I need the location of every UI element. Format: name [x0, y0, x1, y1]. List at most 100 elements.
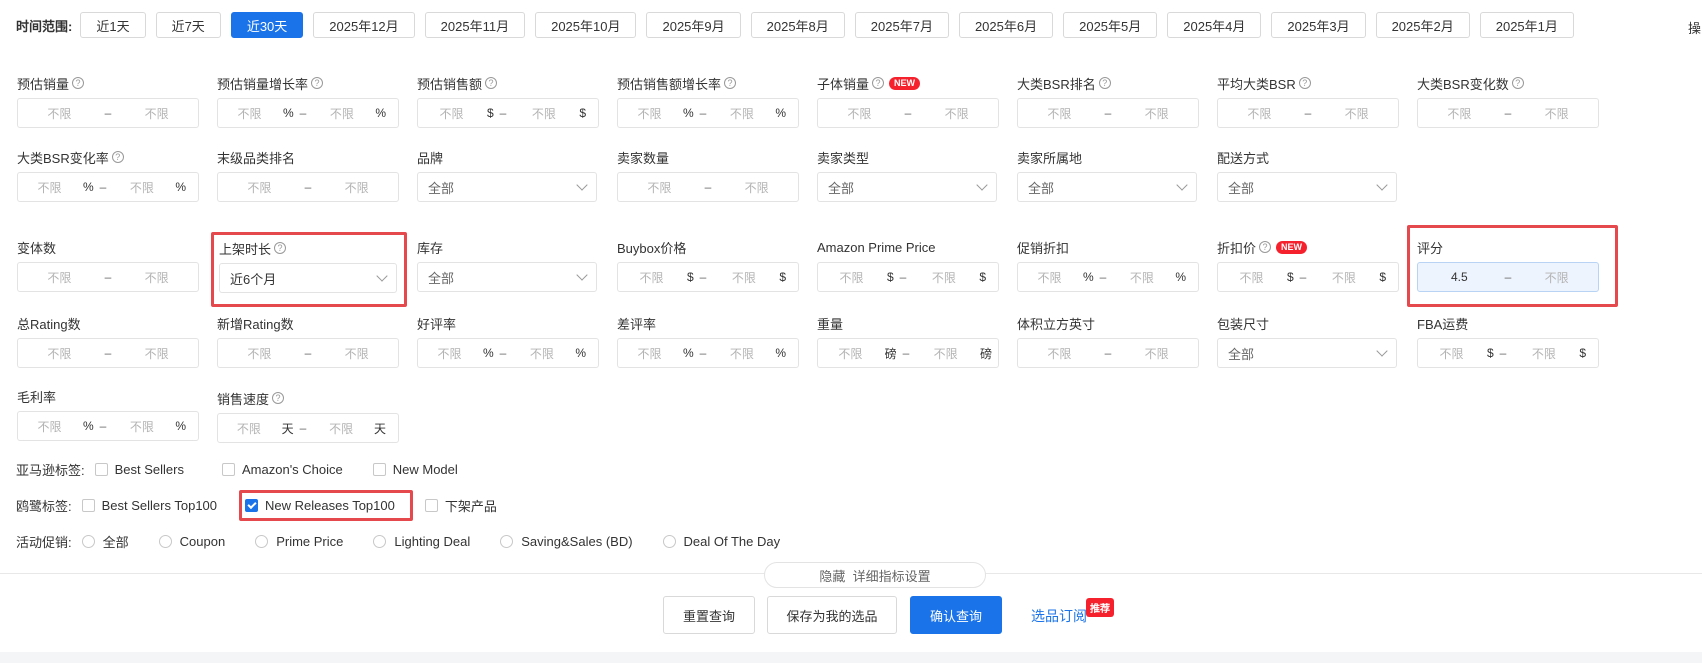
inventory-select[interactable]: 全部	[417, 262, 597, 292]
filter-label: 促销折扣	[1017, 240, 1070, 256]
time-btn-2025-09[interactable]: 2025年9月	[646, 12, 741, 38]
confirm-button[interactable]: 确认查询	[910, 596, 1002, 634]
filter-listing-age: 上架时长? 近6个月	[219, 239, 397, 293]
recommend-badge: 推荐	[1086, 598, 1114, 617]
range-input[interactable]: 不限% – 不限%	[617, 98, 799, 128]
help-icon[interactable]: ?	[72, 77, 85, 89]
help-icon[interactable]: ?	[1298, 77, 1311, 89]
range-input[interactable]: 不限% – 不限%	[417, 338, 599, 368]
radio[interactable]	[81, 534, 95, 548]
filter-label: FBA运费	[1417, 316, 1469, 332]
range-input[interactable]: 不限 $ – 不限 $	[1417, 338, 1599, 368]
rating-min-value[interactable]: 4.5	[1418, 270, 1501, 284]
range-input[interactable]: 不限 $ – 不限 $	[617, 262, 799, 292]
seller-location-select[interactable]: 全部	[1017, 172, 1197, 202]
help-icon[interactable]: ?	[272, 392, 285, 404]
range-input[interactable]: 不限 – 不限	[217, 172, 399, 202]
help-icon[interactable]: ?	[724, 77, 737, 89]
range-input[interactable]: 不限% – 不限%	[1017, 262, 1199, 292]
fulfillment-select[interactable]: 全部	[1217, 172, 1397, 202]
toggle-detail-settings[interactable]: 隐藏 详细指标设置	[764, 562, 986, 588]
time-btn-1d[interactable]: 近1天	[80, 12, 146, 38]
radio[interactable]	[255, 534, 269, 548]
help-icon[interactable]: ?	[1098, 77, 1111, 89]
help-icon[interactable]: ?	[1259, 241, 1272, 253]
checkbox-checked[interactable]	[245, 498, 259, 512]
time-btn-2025-07[interactable]: 2025年7月	[854, 12, 949, 38]
help-icon[interactable]: ?	[311, 77, 324, 89]
tag-delisted[interactable]: 下架产品	[424, 496, 497, 515]
listing-age-select[interactable]: 近6个月	[219, 263, 397, 293]
time-btn-2025-05[interactable]: 2025年5月	[1063, 12, 1158, 38]
promo-coupon[interactable]: Coupon	[158, 534, 225, 549]
checkbox[interactable]	[81, 498, 95, 512]
time-btn-2025-10[interactable]: 2025年10月	[535, 12, 637, 38]
promo-lighting-deal[interactable]: Lighting Deal	[373, 534, 470, 549]
promo-deal-of-the-day[interactable]: Deal Of The Day	[662, 534, 780, 549]
package-size-select[interactable]: 全部	[1217, 338, 1397, 368]
range-input[interactable]: 不限 – 不限	[1217, 98, 1399, 128]
radio[interactable]	[500, 534, 514, 548]
time-btn-2025-03[interactable]: 2025年3月	[1271, 12, 1366, 38]
range-input[interactable]: 不限% – 不限%	[217, 98, 399, 128]
save-selection-button[interactable]: 保存为我的选品	[767, 596, 897, 634]
help-icon[interactable]: ?	[111, 151, 124, 163]
time-btn-2025-12[interactable]: 2025年12月	[313, 12, 415, 38]
radio[interactable]	[158, 534, 172, 548]
range-input[interactable]: 不限% – 不限%	[617, 338, 799, 368]
help-icon[interactable]: ?	[274, 242, 287, 254]
range-input[interactable]: 不限% – 不限%	[17, 411, 199, 441]
brand-select[interactable]: 全部	[417, 172, 597, 202]
tag-best-sellers-top100[interactable]: Best Sellers Top100	[81, 498, 217, 513]
range-input[interactable]: 不限 – 不限	[17, 98, 199, 128]
time-btn-2025-08[interactable]: 2025年8月	[750, 12, 845, 38]
range-input[interactable]: 不限% – 不限%	[17, 172, 199, 202]
promo-saving-sales[interactable]: Saving&Sales (BD)	[500, 534, 633, 549]
filter-label: 平均大类BSR	[1217, 76, 1296, 92]
range-input[interactable]: 不限 – 不限	[617, 172, 799, 202]
rating-range-input[interactable]: 4.5– 不限	[1417, 262, 1599, 292]
range-input[interactable]: 不限磅 – 不限磅	[817, 338, 999, 368]
subscribe-link[interactable]: 选品订阅	[1031, 606, 1087, 626]
range-input[interactable]: 不限 – 不限	[17, 338, 199, 368]
range-input[interactable]: 不限天 – 不限天	[217, 413, 399, 443]
time-btn-2025-02[interactable]: 2025年2月	[1375, 12, 1470, 38]
range-input[interactable]: 不限 – 不限	[817, 98, 999, 128]
help-icon[interactable]: ?	[1511, 77, 1524, 89]
amazon-tags-row: 亚马逊标签: Best Sellers Amazon's Choice New …	[16, 460, 479, 478]
time-btn-2025-01[interactable]: 2025年1月	[1479, 12, 1574, 38]
radio[interactable]	[373, 534, 387, 548]
range-input[interactable]: 不限 – 不限	[17, 262, 199, 292]
promo-all[interactable]: 全部	[81, 532, 129, 551]
time-btn-2025-11[interactable]: 2025年11月	[424, 12, 526, 38]
time-btn-30d[interactable]: 近30天	[230, 12, 304, 38]
range-input[interactable]: 不限 $ – 不限 $	[1217, 262, 1399, 292]
tag-new-releases-top100[interactable]: New Releases Top100	[245, 498, 395, 513]
range-input[interactable]: 不限 – 不限	[217, 338, 399, 368]
filter-bsr-change: 大类BSR变化数? 不限 – 不限	[1417, 74, 1599, 128]
help-icon[interactable]: ?	[485, 77, 498, 89]
promo-prime-price[interactable]: Prime Price	[255, 534, 343, 549]
reset-button[interactable]: 重置查询	[663, 596, 755, 634]
tag-best-sellers[interactable]: Best Sellers	[94, 462, 184, 477]
tag-new-model[interactable]: New Model	[372, 462, 458, 477]
seller-type-select[interactable]: 全部	[817, 172, 997, 202]
filter-discount-price: 折扣价? NEW 不限 $ – 不限 $	[1217, 238, 1399, 292]
range-input[interactable]: 不限 – 不限	[1017, 98, 1199, 128]
range-input[interactable]: 不限 $ – 不限 $	[817, 262, 999, 292]
radio[interactable]	[662, 534, 676, 548]
checkbox[interactable]	[222, 462, 235, 476]
time-range-label: 时间范围:	[16, 18, 73, 34]
checkbox[interactable]	[372, 462, 386, 476]
filter-label: 卖家类型	[817, 150, 870, 166]
checkbox[interactable]	[424, 498, 438, 512]
tag-amazons-choice[interactable]: Amazon's Choice	[222, 462, 343, 477]
time-btn-2025-06[interactable]: 2025年6月	[958, 12, 1054, 38]
time-btn-7d[interactable]: 近7天	[155, 12, 221, 38]
help-icon[interactable]: ?	[872, 77, 885, 89]
time-btn-2025-04[interactable]: 2025年4月	[1167, 12, 1262, 38]
range-input[interactable]: 不限 – 不限	[1017, 338, 1199, 368]
range-input[interactable]: 不限 $ – 不限 $	[417, 98, 599, 128]
range-input[interactable]: 不限 – 不限	[1417, 98, 1599, 128]
checkbox[interactable]	[94, 462, 108, 476]
